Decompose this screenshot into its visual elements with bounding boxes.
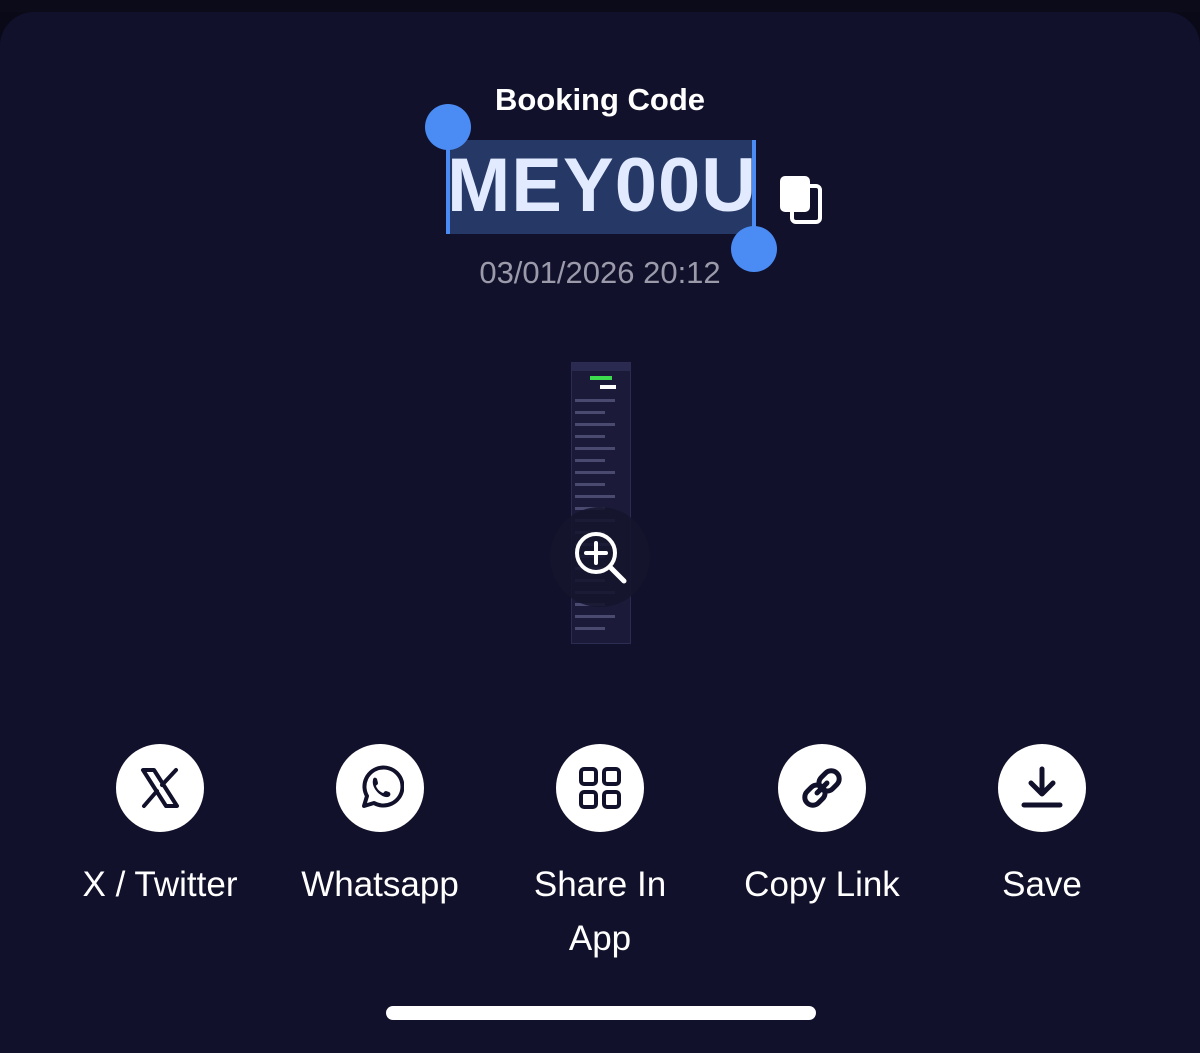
x-twitter-icon <box>141 768 179 808</box>
link-icon <box>802 768 842 808</box>
selection-start-handle[interactable] <box>425 104 471 150</box>
save-label: Save <box>1002 865 1082 904</box>
copy-link-label: Copy Link <box>744 865 900 904</box>
home-indicator[interactable] <box>386 1006 816 1020</box>
receipt-amount-mark <box>600 385 616 389</box>
download-icon <box>1021 766 1063 808</box>
copy-code-button[interactable] <box>776 172 828 228</box>
receipt-code-mark <box>590 376 612 380</box>
share-whatsapp-label: Whatsapp <box>301 865 459 904</box>
status-bar-edge <box>0 0 1200 12</box>
save-button[interactable]: Save <box>942 744 1142 912</box>
share-in-app-label: Share In App <box>533 865 667 958</box>
share-actions-row: X / Twitter Whatsapp Share In App Copy L… <box>0 744 1200 984</box>
zoom-in-icon <box>575 532 627 584</box>
share-sheet: Booking Code MEY00U 03/01/2026 20:12 X /… <box>0 12 1200 1053</box>
booking-datetime: 03/01/2026 20:12 <box>479 255 721 290</box>
booking-code[interactable]: MEY00U <box>447 138 756 234</box>
share-in-app-button[interactable]: Share In App <box>500 744 700 966</box>
share-x-twitter-button[interactable]: X / Twitter <box>60 744 260 912</box>
booking-code-title: Booking Code <box>494 82 706 117</box>
receipt-header <box>572 363 630 371</box>
copy-icon <box>780 176 822 224</box>
zoom-in-button[interactable] <box>550 507 650 607</box>
share-x-twitter-label: X / Twitter <box>82 865 238 904</box>
whatsapp-icon <box>362 765 404 808</box>
selection-start-line <box>446 140 450 234</box>
copy-link-button[interactable]: Copy Link <box>722 744 922 912</box>
share-whatsapp-button[interactable]: Whatsapp <box>280 744 480 912</box>
selection-end-line <box>752 140 756 234</box>
grid-apps-icon <box>579 767 621 809</box>
